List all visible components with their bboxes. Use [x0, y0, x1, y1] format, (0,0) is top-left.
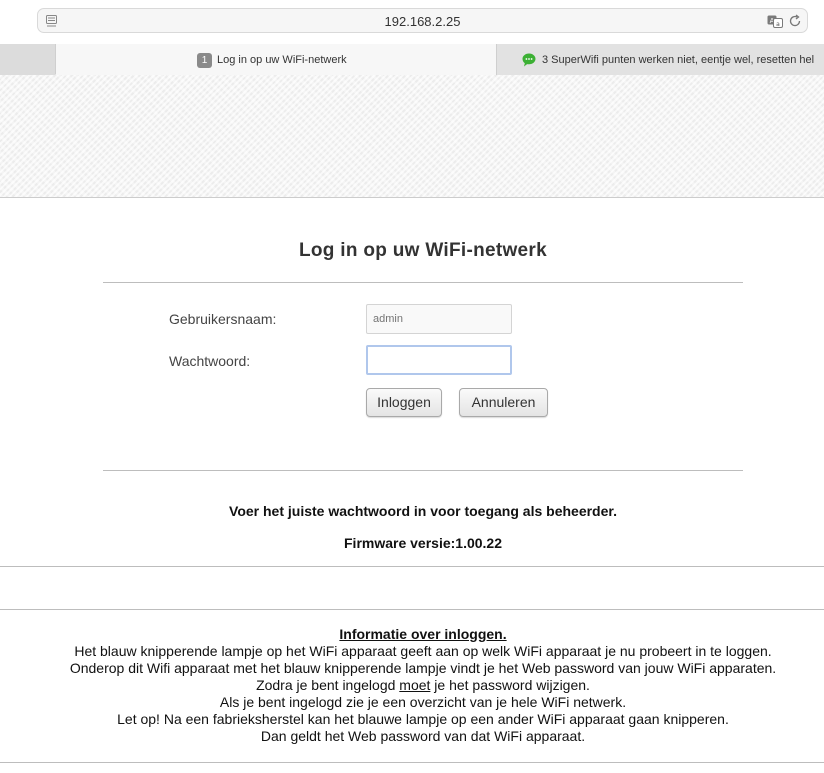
firmware-version: Firmware versie:1.00.22: [344, 535, 502, 551]
login-title: Log in op uw WiFi-netwerk: [299, 240, 547, 261]
divider: [0, 566, 824, 567]
divider: [0, 762, 824, 763]
tab-login[interactable]: 1 Log in op uw WiFi-netwerk: [55, 44, 496, 75]
info-line: Onderop dit Wifi apparaat met het blauw …: [69, 660, 777, 676]
divider: [103, 470, 743, 471]
address-bar[interactable]: 192.168.2.25 A a: [37, 8, 808, 33]
login-info: Informatie over inloggen. Het blauw knip…: [0, 626, 824, 745]
green-chat-favicon-icon: [522, 53, 536, 67]
address-url[interactable]: 192.168.2.25: [38, 14, 807, 29]
password-hint: Voer het juiste wachtwoord in voor toega…: [229, 503, 617, 519]
password-input[interactable]: [366, 345, 512, 375]
tab-previous[interactable]: [0, 44, 55, 75]
info-title: Informatie over inloggen.: [339, 626, 507, 642]
info-emphasis: moet: [399, 677, 431, 693]
info-text: je het password wijzigen.: [430, 677, 590, 693]
page-header-banner: [0, 75, 824, 198]
divider: [103, 282, 743, 283]
tab-title: Log in op uw WiFi-netwerk: [217, 54, 347, 66]
info-text: Zodra je bent ingelogd: [256, 677, 400, 693]
tab-title: 3 SuperWifi punten werken niet, eentje w…: [542, 54, 815, 66]
info-line: Het blauw knipperende lampje op het WiFi…: [74, 643, 772, 659]
tab-number-badge: 1: [197, 53, 212, 68]
info-line: Zodra je bent ingelogd moet je het passw…: [0, 677, 824, 694]
tab-superwifi[interactable]: 3 SuperWifi punten werken niet, eentje w…: [496, 44, 824, 75]
translate-icon[interactable]: A a: [767, 15, 783, 28]
reload-icon[interactable]: [788, 14, 802, 28]
browser-toolbar: 192.168.2.25 A a: [0, 0, 824, 44]
divider: [0, 609, 824, 610]
username-label: Gebruikersnaam:: [169, 311, 277, 327]
username-input[interactable]: [366, 304, 512, 334]
password-label: Wachtwoord:: [169, 353, 251, 369]
svg-text:a: a: [776, 21, 780, 28]
info-line: Dan geldt het Web password van dat WiFi …: [260, 728, 586, 744]
info-line: Als je bent ingelogd zie je een overzich…: [219, 694, 627, 710]
info-line: Let op! Na een fabrieksherstel kan het b…: [117, 711, 729, 727]
tab-strip: 1 Log in op uw WiFi-netwerk 3 SuperWifi …: [0, 44, 824, 75]
login-button[interactable]: Inloggen: [366, 388, 442, 417]
cancel-button[interactable]: Annuleren: [459, 388, 548, 417]
